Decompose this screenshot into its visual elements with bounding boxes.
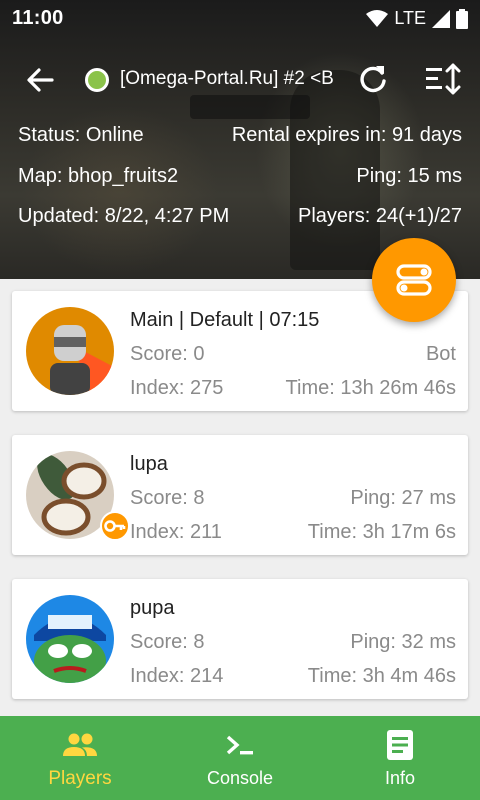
status-time: 11:00 (12, 7, 64, 29)
network-type: LTE (394, 8, 426, 28)
player-count: Players: 24(+1)/27 (298, 205, 462, 227)
sort-icon[interactable] (424, 62, 464, 96)
actions-fab[interactable] (372, 238, 456, 322)
player-ping: Ping: 32 ms (350, 631, 456, 653)
player-info-row: Index: 211 Time: 3h 17m 6s (130, 521, 456, 544)
updated-time: Updated: 8/22, 4:27 PM (18, 205, 230, 227)
player-time: Time: 3h 17m 6s (307, 521, 456, 543)
nav-label-info: Info (384, 768, 416, 788)
terminal-icon (226, 735, 253, 755)
player-ping: Bot (425, 343, 456, 365)
player-stats-row: Score: 8 Ping: 32 ms (130, 631, 456, 654)
player-card[interactable]: pupa Score: 8 Ping: 32 ms Index: 214 Tim… (12, 579, 468, 699)
player-name: pupa (130, 597, 175, 619)
player-name: lupa (130, 453, 168, 475)
nav-label-console: Console (206, 768, 274, 788)
player-time: Time: 3h 4m 46s (307, 665, 456, 687)
online-status-dot (85, 68, 109, 92)
server-ping: Ping: 15 ms (356, 165, 462, 187)
info-row-status: Status: Online Rental expires in: 91 day… (18, 124, 462, 147)
nav-players[interactable]: Players (0, 716, 160, 800)
player-stats-row: Score: 0 Bot (130, 343, 456, 366)
player-time: Time: 13h 26m 46s (285, 377, 456, 399)
player-info-row: Index: 275 Time: 13h 26m 46s (130, 377, 456, 400)
bottom-navigation: Players Console Info (0, 716, 480, 800)
server-status: Status: Online (18, 124, 144, 146)
key-icon (104, 520, 126, 532)
info-row-map: Map: bhop_fruits2 Ping: 15 ms (18, 165, 462, 188)
signal-icon (432, 9, 450, 28)
server-map: Map: bhop_fruits2 (18, 165, 179, 187)
player-avatar (26, 307, 114, 395)
status-bar: 11:00 LTE (0, 0, 480, 36)
player-score: Score: 0 (130, 343, 205, 365)
admin-key-badge (100, 511, 130, 541)
wifi-icon (366, 9, 389, 27)
player-avatar (26, 595, 114, 683)
player-score: Score: 8 (130, 487, 205, 509)
player-name: Main | Default | 07:15 (130, 309, 320, 331)
back-arrow-icon[interactable] (22, 62, 58, 98)
refresh-icon[interactable] (356, 62, 390, 96)
rental-expiry: Rental expires in: 91 days (231, 124, 462, 146)
battery-icon (456, 8, 468, 29)
player-ping: Ping: 27 ms (350, 487, 456, 509)
player-index: Index: 214 (130, 665, 224, 687)
toggles-icon (396, 264, 432, 296)
player-info-row: Index: 214 Time: 3h 4m 46s (130, 665, 456, 688)
server-title: [Omega-Portal.Ru] #2 <Bhop> [... (120, 68, 335, 89)
nav-label-players: Players (48, 768, 112, 789)
info-row-updated: Updated: 8/22, 4:27 PM Players: 24(+1)/2… (18, 205, 462, 228)
player-index: Index: 275 (130, 377, 224, 399)
toolbar: [Omega-Portal.Ru] #2 <Bhop> [... (0, 52, 480, 108)
nav-console[interactable]: Console (160, 716, 320, 800)
people-icon (63, 733, 97, 756)
document-icon (387, 730, 413, 760)
player-index: Index: 211 (130, 521, 222, 543)
nav-info[interactable]: Info (320, 716, 480, 800)
player-score: Score: 8 (130, 631, 205, 653)
status-icons: LTE (366, 8, 468, 29)
player-stats-row: Score: 8 Ping: 27 ms (130, 487, 456, 510)
player-card[interactable]: lupa Score: 8 Ping: 27 ms Index: 211 Tim… (12, 435, 468, 555)
